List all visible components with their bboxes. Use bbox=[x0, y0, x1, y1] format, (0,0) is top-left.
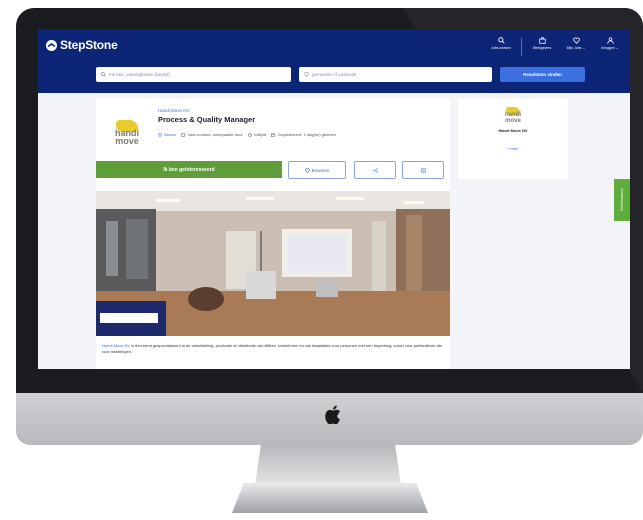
nav-divider bbox=[521, 38, 522, 56]
showroom-image bbox=[96, 191, 450, 336]
job-meta: Ninove Vast contract, onbepaalde duur Vo… bbox=[158, 132, 336, 137]
meta-published: Gepubliceerd: 1 dag(en) geleden bbox=[271, 132, 336, 137]
nav-label: Inloggen ⌄ bbox=[601, 46, 619, 50]
meta-text: Gepubliceerd: 1 dag(en) geleden bbox=[277, 132, 336, 137]
intro-text: is één eerst gespecialiseerd in de ontwi… bbox=[102, 343, 442, 354]
save-button[interactable]: Bewaren bbox=[288, 161, 346, 179]
keyword-search-input[interactable]: Functie, vaardigheden (bedrijf) bbox=[96, 67, 291, 82]
meta-hours: Voltijds bbox=[247, 132, 267, 137]
heart-icon bbox=[572, 37, 580, 44]
meta-location[interactable]: Ninove bbox=[158, 132, 176, 137]
location-placeholder: gemeente of postcode bbox=[312, 72, 357, 77]
nav-item-inloggen[interactable]: Inloggen ⌄ bbox=[596, 37, 624, 56]
sidebar-more-link[interactable]: + meer bbox=[508, 147, 519, 151]
company-name-link[interactable]: Handi Move NV bbox=[158, 108, 190, 113]
sidebar-company-logo: handi move bbox=[505, 107, 521, 124]
monitor-stand-neck bbox=[255, 445, 401, 485]
save-label: Bewaren bbox=[311, 167, 330, 173]
sidebar-company-card[interactable]: handi move Handi Move NV + meer bbox=[458, 99, 568, 179]
company-logo[interactable]: handi move bbox=[104, 107, 150, 157]
location-pin-icon bbox=[304, 72, 309, 77]
contract-icon bbox=[181, 132, 186, 137]
meta-text: Vast contract, onbepaalde duur bbox=[187, 132, 243, 137]
logo-text-bottom: move bbox=[505, 118, 521, 124]
search-row: Functie, vaardigheden (bedrijf) gemeente… bbox=[96, 67, 585, 82]
apply-button[interactable]: Ik ben geïnteresseerd bbox=[96, 161, 282, 178]
job-card: handi move Handi Move NV Process & Quali… bbox=[96, 99, 450, 369]
nav-actions: Jobs zoeken Werkgevers Mijn Jobs ⌄ Inlog… bbox=[487, 37, 624, 56]
location-search-input[interactable]: gemeente of postcode bbox=[299, 67, 492, 82]
nav-label: Mijn Jobs ⌄ bbox=[566, 46, 586, 50]
meta-text: Voltijds bbox=[253, 132, 267, 137]
heart-icon bbox=[304, 167, 310, 173]
nav-item-mijn-jobs[interactable]: Mijn Jobs ⌄ bbox=[562, 37, 590, 56]
search-icon bbox=[497, 37, 505, 44]
nav-label: Jobs zoeken bbox=[491, 46, 511, 50]
user-icon bbox=[606, 37, 614, 44]
feedback-label: Geef feedback bbox=[620, 188, 624, 212]
intro-company-link[interactable]: Handi Move NV bbox=[102, 343, 130, 348]
top-navbar: StepStone Jobs zoeken Werkgevers Mijn Jo… bbox=[38, 29, 630, 93]
more-options-button[interactable] bbox=[402, 161, 444, 179]
share-icon bbox=[372, 167, 378, 173]
briefcase-icon bbox=[538, 37, 546, 44]
apple-logo-icon bbox=[322, 403, 344, 425]
logo-text-bottom: move bbox=[115, 135, 139, 146]
nav-item-jobs-zoeken[interactable]: Jobs zoeken bbox=[487, 37, 515, 56]
more-icon bbox=[420, 167, 426, 173]
location-pin-icon bbox=[158, 132, 162, 137]
clock-icon bbox=[247, 132, 252, 137]
stepstone-logo-icon bbox=[46, 39, 57, 51]
nav-item-werkgevers[interactable]: Werkgevers bbox=[528, 37, 556, 56]
sidebar-company-name: Handi Move NV bbox=[498, 128, 528, 133]
meta-contract: Vast contract, onbepaalde duur bbox=[181, 132, 243, 137]
calendar-icon bbox=[271, 133, 276, 137]
monitor-stand-base bbox=[232, 483, 428, 513]
stepstone-logo[interactable]: StepStone bbox=[46, 38, 118, 52]
nav-label: Werkgevers bbox=[532, 46, 552, 50]
apply-label: Ik ben geïnteresseerd bbox=[163, 166, 215, 173]
share-button[interactable] bbox=[354, 161, 396, 179]
job-title: Process & Quality Manager bbox=[158, 115, 256, 124]
search-submit-button[interactable]: Resultaten vinden bbox=[500, 67, 585, 82]
feedback-tab[interactable]: Geef feedback bbox=[614, 179, 630, 221]
search-icon bbox=[101, 72, 106, 77]
keyword-placeholder: Functie, vaardigheden (bedrijf) bbox=[109, 72, 171, 77]
meta-text: Ninove bbox=[164, 132, 177, 137]
logo-text: StepStone bbox=[60, 38, 118, 52]
company-intro: Handi Move NV is één eerst gespecialisee… bbox=[102, 343, 444, 355]
company-photo bbox=[96, 191, 450, 336]
browser-screen: StepStone Jobs zoeken Werkgevers Mijn Jo… bbox=[38, 29, 630, 369]
